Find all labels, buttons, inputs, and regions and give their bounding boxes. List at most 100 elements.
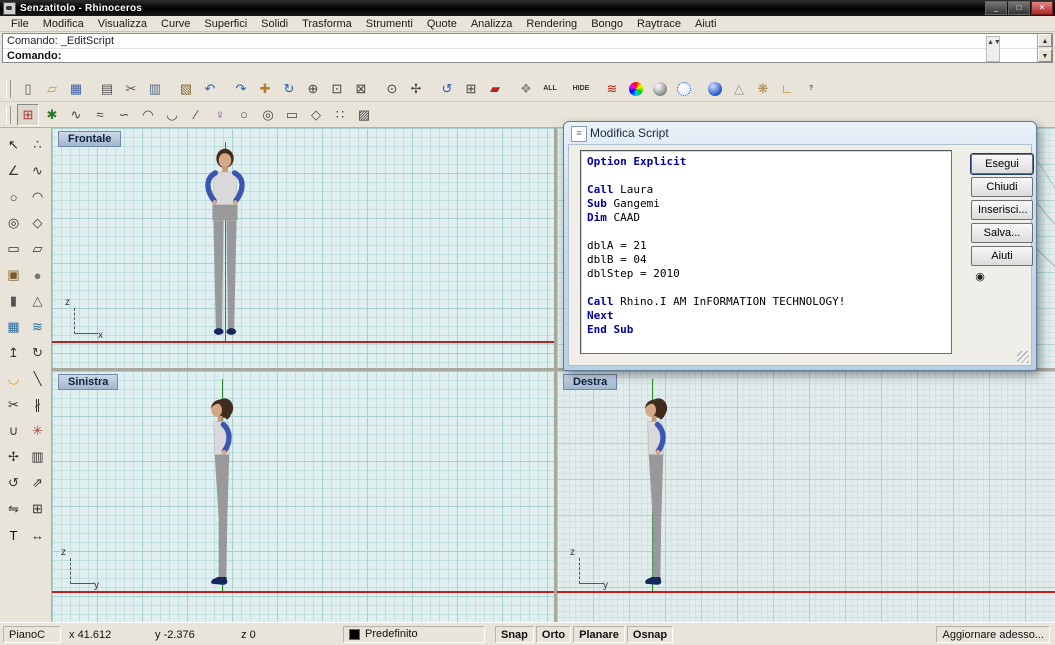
undo-view-icon[interactable]: ↺	[436, 78, 458, 100]
menu-visualizza[interactable]: Visualizza	[91, 17, 154, 31]
hatch-tool-icon[interactable]: ▨	[353, 104, 375, 126]
ghosted-sphere-icon[interactable]	[673, 78, 695, 100]
spotlight-icon[interactable]: △	[728, 78, 750, 100]
join-tool-icon[interactable]: ∪	[2, 419, 26, 443]
explode-tool-icon[interactable]: ✳	[26, 419, 50, 443]
interp-curve-icon[interactable]: ≈	[89, 104, 111, 126]
redo-icon[interactable]: ↷	[230, 78, 252, 100]
box-tool-icon[interactable]: ▣	[2, 263, 26, 287]
trim-tool-icon[interactable]: ✂	[2, 393, 26, 417]
rhino-app-icon[interactable]	[3, 2, 16, 15]
text-tool-icon[interactable]: T	[2, 523, 26, 547]
line-tool-icon[interactable]: ∕	[185, 104, 207, 126]
render-red-icon[interactable]: ▰	[484, 78, 506, 100]
render-settings-icon[interactable]: ❖	[515, 78, 537, 100]
cplane-button[interactable]: PianoC	[3, 626, 61, 643]
split-tool-icon[interactable]: ∦	[26, 393, 50, 417]
rectangle-tool-icon[interactable]: ▭	[2, 237, 26, 261]
arc-tool-icon[interactable]: ◠	[26, 185, 50, 209]
close-button[interactable]: ✕	[1031, 1, 1053, 15]
viewport-label-frontale[interactable]: Frontale	[58, 131, 121, 147]
cone-tool-icon[interactable]: △	[26, 289, 50, 313]
human-figure-front[interactable]	[196, 146, 254, 341]
orto-toggle[interactable]: Orto	[536, 626, 571, 643]
open-file-icon[interactable]: ▱	[41, 78, 63, 100]
mirror-tool-icon[interactable]: ⇋	[2, 497, 26, 521]
viewport-frontale[interactable]: Frontale z x	[52, 128, 554, 368]
zoom-selected-icon[interactable]: ⊙	[381, 78, 403, 100]
cylinder-tool-icon[interactable]: ▮	[2, 289, 26, 313]
pan-view-icon[interactable]: ✚	[254, 78, 276, 100]
fillet-tool-icon[interactable]: ◡	[2, 367, 26, 391]
erase-red-icon[interactable]: ≋	[601, 78, 623, 100]
human-figure-side[interactable]	[639, 396, 672, 591]
plane-tool-icon[interactable]: ▱	[26, 237, 50, 261]
extrude-tool-icon[interactable]: ↥	[2, 341, 26, 365]
revolve-tool-icon[interactable]: ↻	[26, 341, 50, 365]
rotate-tool-icon[interactable]: ↺	[2, 471, 26, 495]
menu-quote[interactable]: Quote	[420, 17, 464, 31]
update-notification[interactable]: Aggiornare adesso...	[936, 626, 1050, 643]
menu-trasforma[interactable]: Trasforma	[295, 17, 359, 31]
polyline-tool-icon[interactable]: ∠	[2, 159, 26, 183]
aiuti-button[interactable]: Aiuti	[971, 246, 1033, 266]
save-file-icon[interactable]: ▦	[65, 78, 87, 100]
scale-tool-icon[interactable]: ⇗	[26, 471, 50, 495]
menu-curve[interactable]: Curve	[154, 17, 197, 31]
move-view-icon[interactable]: ✢	[405, 78, 427, 100]
menu-strumenti[interactable]: Strumenti	[359, 17, 420, 31]
circle-tool-icon[interactable]: ○	[2, 185, 26, 209]
toolbar-grip[interactable]	[6, 106, 11, 124]
copy-icon[interactable]: ▥	[144, 78, 166, 100]
maximize-button[interactable]: □	[1008, 1, 1030, 15]
chamfer-tool-icon[interactable]: ╲	[26, 367, 50, 391]
point-grid-icon[interactable]: ∷	[329, 104, 351, 126]
polygon-tool-icon[interactable]: ◇	[305, 104, 327, 126]
minimize-button[interactable]: _	[985, 1, 1007, 15]
mannequin-icon[interactable]: ♀	[209, 104, 231, 126]
snap-toggle[interactable]: Snap	[495, 626, 534, 643]
command-splitter[interactable]: ▲▼	[986, 36, 1000, 62]
menu-file[interactable]: File	[4, 17, 36, 31]
shaded-sphere-icon[interactable]	[649, 78, 671, 100]
copy-tool-icon[interactable]: ▥	[26, 445, 50, 469]
record-eye-icon[interactable]: ◉	[972, 270, 988, 286]
ellipse-tool-icon[interactable]: ◎	[257, 104, 279, 126]
viewport-label-sinistra[interactable]: Sinistra	[58, 374, 118, 390]
scroll-down-icon[interactable]: ▼	[1038, 49, 1052, 62]
osnap-toggle[interactable]: Osnap	[627, 626, 673, 643]
esegui-button[interactable]: Esegui	[971, 154, 1033, 174]
surface-tool-icon[interactable]: ▦	[2, 315, 26, 339]
sphere-tool-icon[interactable]: ●	[26, 263, 50, 287]
object-grid-icon[interactable]: ⊞	[460, 78, 482, 100]
array-tool-icon[interactable]: ⊞	[26, 497, 50, 521]
sparkle-icon[interactable]: ❋	[752, 78, 774, 100]
hide-objects-icon[interactable]: HIDE	[570, 78, 592, 100]
select-arrow-icon[interactable]: ↖	[2, 133, 26, 157]
menu-analizza[interactable]: Analizza	[464, 17, 520, 31]
menu-bongo[interactable]: Bongo	[584, 17, 630, 31]
menu-rendering[interactable]: Rendering	[519, 17, 584, 31]
fillet-corner-icon[interactable]: ◡	[161, 104, 183, 126]
menu-superfici[interactable]: Superfici	[197, 17, 254, 31]
dimension-tool-icon[interactable]: ↔	[26, 523, 50, 547]
rectangle-tool-icon[interactable]: ▭	[281, 104, 303, 126]
new-file-icon[interactable]: ▯	[17, 78, 39, 100]
viewport-destra[interactable]: Destra z y	[557, 371, 1055, 622]
polygon-tool-icon[interactable]: ◇	[26, 211, 50, 235]
select-all-icon[interactable]: ALL	[539, 78, 561, 100]
layer-selector[interactable]: Predefinito	[343, 626, 485, 643]
color-wheel-icon[interactable]	[625, 78, 647, 100]
print-icon[interactable]: ▤	[96, 78, 118, 100]
toolbar-grip[interactable]	[6, 80, 11, 98]
salva-button[interactable]: Salva...	[971, 223, 1033, 243]
planare-toggle[interactable]: Planare	[573, 626, 625, 643]
point-tool-icon[interactable]: ∴	[26, 133, 50, 157]
chiudi-button[interactable]: Chiudi	[971, 177, 1033, 197]
cplane-axis-icon[interactable]: ∟	[776, 78, 798, 100]
help-icon[interactable]: ?	[800, 78, 822, 100]
viewport-sinistra[interactable]: Sinistra z y	[52, 371, 554, 622]
rotate-view-icon[interactable]: ↻	[278, 78, 300, 100]
curve-tool-icon[interactable]: ∿	[26, 159, 50, 183]
zoom-extents-icon[interactable]: ⊠	[350, 78, 372, 100]
